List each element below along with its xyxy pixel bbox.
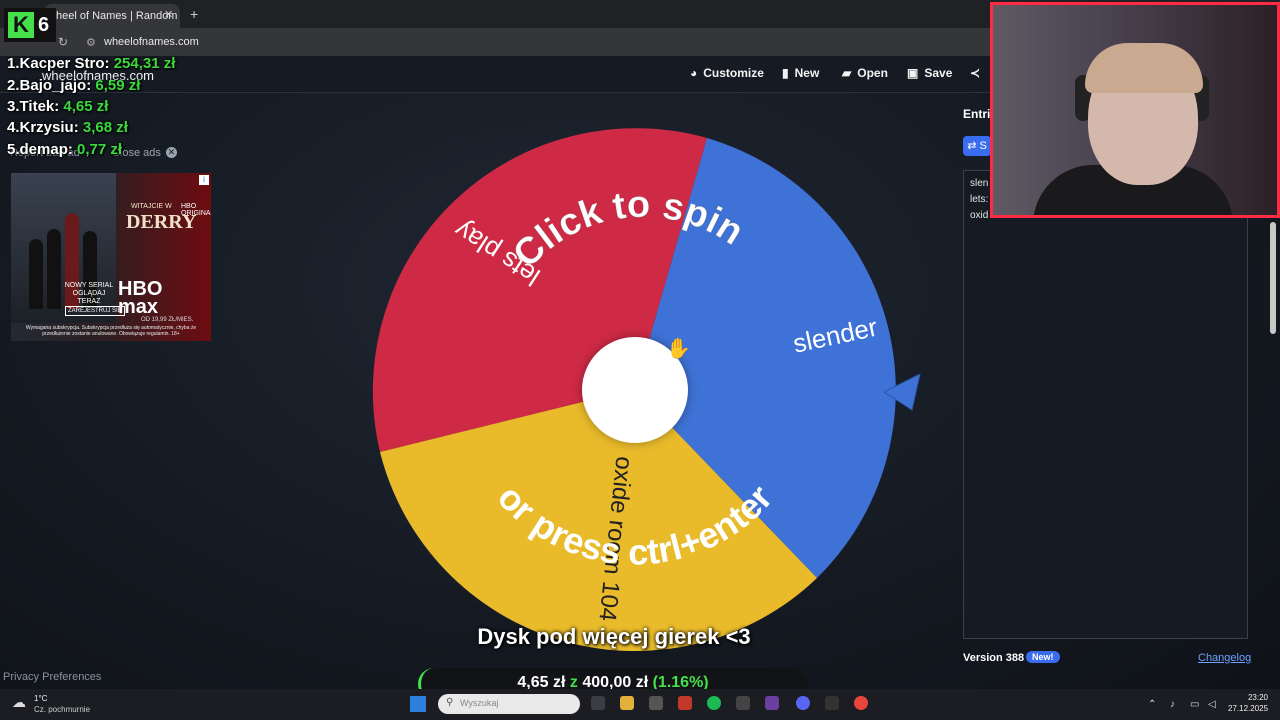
- search-placeholder: Wyszukaj: [460, 698, 499, 708]
- file-explorer-icon[interactable]: [620, 696, 634, 710]
- folder-icon: ▰: [842, 66, 852, 80]
- chrome-icon[interactable]: [854, 696, 868, 710]
- new-tab-button[interactable]: +: [190, 6, 198, 22]
- leaderboard-row: 2.Bajo_jajo: 6,59 zł: [7, 77, 140, 94]
- ad-info-icon[interactable]: i: [199, 175, 209, 185]
- rank: 5.: [7, 141, 20, 158]
- open-label: Open: [857, 66, 888, 80]
- app-icon[interactable]: [736, 696, 750, 710]
- donor-name: Krzysiu:: [19, 119, 79, 136]
- share-button[interactable]: ≺: [970, 66, 980, 80]
- wheel-pointer-icon: [884, 374, 921, 411]
- donor-name: Kacper Stro:: [19, 55, 110, 72]
- version-label: Version 388: [963, 652, 1025, 664]
- close-ads-icon[interactable]: ✕: [166, 147, 177, 158]
- ad-logo-bottom: max: [118, 296, 159, 318]
- tab-close-icon[interactable]: ✕: [164, 8, 173, 21]
- mouse-cursor-icon: ✋: [666, 338, 691, 360]
- palette-icon: ◕: [690, 66, 698, 80]
- donation-amount: 3,68 zł: [82, 119, 128, 136]
- open-button[interactable]: ▰ Open: [842, 66, 888, 80]
- logo-six: 6: [38, 13, 50, 36]
- donor-name: Bajo_jajo:: [19, 77, 92, 94]
- leaderboard-row: 4.Krzysiu: 3,68 zł: [7, 119, 128, 136]
- app-icon-purple[interactable]: [765, 696, 779, 710]
- new-label: New: [794, 66, 820, 80]
- spotify-icon[interactable]: [707, 696, 721, 710]
- entry-line: lets:: [970, 194, 989, 205]
- entry-line: slen: [970, 178, 989, 189]
- ad-hbo-max-logo: HBO max: [118, 279, 162, 318]
- search-icon: ⚲: [446, 697, 454, 708]
- donation-amount: 6,59 zł: [95, 77, 141, 94]
- new-badge: New!: [1026, 651, 1060, 663]
- taskbar: [0, 689, 1280, 720]
- app-icon-red[interactable]: [678, 696, 692, 710]
- reload-icon[interactable]: ↻: [58, 35, 68, 49]
- advertisement-banner[interactable]: HBO ORIGINAL WITAJCIE W DERRY NOWY SERIA…: [11, 173, 211, 341]
- donation-amount: 0,77 zł: [77, 141, 123, 158]
- save-icon: ▣: [907, 66, 919, 80]
- leaderboard-row: 3.Titek: 4,65 zł: [7, 98, 108, 115]
- discord-icon[interactable]: [796, 696, 810, 710]
- rank: 3.: [7, 98, 20, 115]
- ad-title: DERRY: [126, 211, 197, 233]
- shuffle-button[interactable]: ⇄ S: [963, 136, 991, 156]
- share-icon: ≺: [970, 66, 981, 80]
- customize-label: Customize: [703, 66, 764, 80]
- donor-name: Titek:: [19, 98, 60, 115]
- weather-icon[interactable]: ☁: [12, 694, 26, 711]
- save-label: Save: [924, 66, 953, 80]
- weather-desc: Cz. pochmurnie: [34, 705, 91, 714]
- donor-name: demap:: [19, 141, 73, 158]
- changelog-link[interactable]: Changelog: [1198, 652, 1251, 664]
- customize-button[interactable]: ◕ Customize: [690, 66, 764, 80]
- leaderboard-row: 1.Kacper Stro: 254,31 zł: [7, 55, 175, 72]
- tray-chevron-icon[interactable]: ⌃: [1148, 699, 1156, 710]
- donation-amount: 254,31 zł: [113, 55, 176, 72]
- new-button[interactable]: ▮ New: [782, 66, 819, 80]
- rank: 2.: [7, 77, 20, 94]
- weather-temp: 1°C: [34, 694, 48, 703]
- ad-title-small: WITAJCIE W: [131, 203, 172, 210]
- site-info-icon[interactable]: ⚙: [86, 36, 96, 49]
- browser-tab[interactable]: heel of Names | Random nam: [44, 4, 180, 28]
- task-view-icon[interactable]: [591, 696, 605, 710]
- file-icon: ▮: [782, 66, 789, 80]
- rank: 1.: [7, 55, 20, 72]
- ad-fine-print: Wymagana subskrypcja. Subskrypcja przedł…: [25, 325, 197, 337]
- entries-textarea[interactable]: [963, 170, 1248, 639]
- entry-line: oxid: [970, 210, 989, 221]
- ad-cta-button[interactable]: ZAREJESTRUJ SIĘ: [65, 306, 125, 316]
- donation-amount: 4,65 zł: [63, 98, 109, 115]
- url-field[interactable]: wheelofnames.com: [104, 36, 199, 48]
- leaderboard-row: 5.demap: 0,77 zł: [7, 141, 122, 158]
- ad-price: OD 19,99 ZŁ/MIES.: [141, 317, 194, 323]
- webcam-overlay: [990, 2, 1280, 218]
- stream-subtitle: Dysk pod więcej gierek <3: [477, 624, 751, 649]
- network-icon[interactable]: ▭: [1190, 699, 1199, 710]
- volume-icon[interactable]: ◁: [1208, 699, 1216, 710]
- channel-logo: K 6: [4, 8, 56, 42]
- logo-k: K: [8, 12, 34, 38]
- mic-icon[interactable]: ♪: [1170, 699, 1175, 710]
- ad-tagline: NOWY SERIAL OGLĄDAJ TERAZ: [64, 282, 114, 305]
- app-icon[interactable]: [825, 696, 839, 710]
- save-button[interactable]: ▣ Save: [907, 66, 952, 80]
- clock-time[interactable]: 23:20: [1244, 693, 1268, 702]
- app-icon[interactable]: [649, 696, 663, 710]
- start-icon[interactable]: [410, 696, 426, 712]
- privacy-preferences-link[interactable]: Privacy Preferences: [3, 671, 101, 683]
- clock-date[interactable]: 27.12.2025: [1228, 704, 1268, 713]
- rank: 4.: [7, 119, 20, 136]
- scrollbar[interactable]: [1270, 222, 1276, 334]
